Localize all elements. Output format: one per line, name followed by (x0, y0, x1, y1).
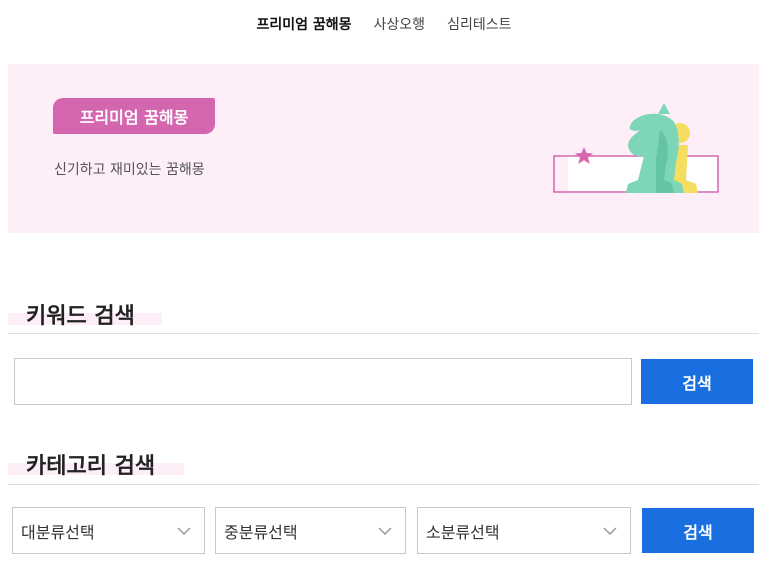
chevron-down-icon (603, 527, 617, 536)
keyword-search-title: 키워드 검색 (26, 304, 135, 329)
major-category-label: 대분류선택 (21, 522, 95, 542)
keyword-search-button[interactable]: 검색 (641, 359, 753, 404)
banner-badge: 프리미엄 꿈해몽 (53, 98, 215, 134)
keyword-search-input[interactable] (14, 358, 632, 405)
nav-item-four-pillars[interactable]: 사상오행 (374, 14, 426, 34)
minor-category-label: 소분류선택 (426, 522, 500, 542)
chess-illustration-icon (553, 103, 719, 193)
category-search-button[interactable]: 검색 (642, 508, 754, 553)
middle-category-label: 중분류선택 (224, 522, 298, 542)
category-search-title: 카테고리 검색 (26, 454, 156, 479)
top-navigation: 프리미엄 꿈해몽 사상오행 심리테스트 (0, 0, 768, 48)
category-divider (8, 484, 759, 485)
major-category-select[interactable]: 대분류선택 (12, 507, 205, 554)
chevron-down-icon (177, 527, 191, 536)
minor-category-select[interactable]: 소분류선택 (417, 507, 631, 554)
nav-item-premium-dream[interactable]: 프리미엄 꿈해몽 (257, 14, 352, 34)
nav-item-psych-test[interactable]: 심리테스트 (447, 14, 511, 34)
hero-banner: 프리미엄 꿈해몽 신기하고 재미있는 꿈해몽 (8, 64, 759, 233)
banner-subtitle: 신기하고 재미있는 꿈해몽 (54, 162, 205, 178)
middle-category-select[interactable]: 중분류선택 (215, 507, 406, 554)
chevron-down-icon (378, 527, 392, 536)
keyword-divider (8, 333, 759, 334)
